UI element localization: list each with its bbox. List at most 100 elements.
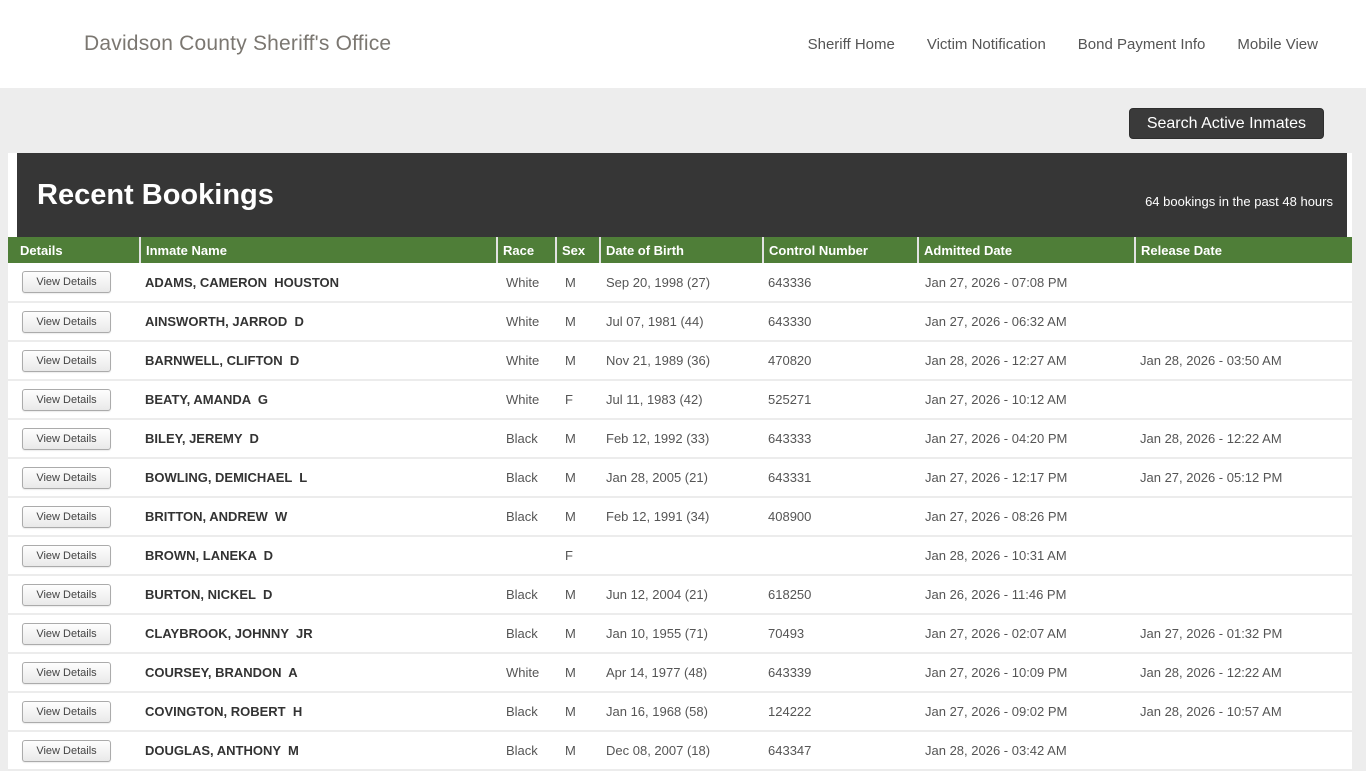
table-row: View Details COVINGTON, ROBERT H Black M Jan…	[8, 692, 1352, 732]
view-details-button[interactable]: View Details	[22, 622, 111, 645]
view-details-button[interactable]: View Details	[22, 466, 111, 489]
control-cell: 525271	[763, 380, 918, 420]
admitted-cell: Jan 27, 2026 - 09:02 PM	[918, 692, 1135, 732]
inmate-name: AINSWORTH, JARROD D	[140, 302, 497, 342]
released-cell	[1135, 731, 1352, 771]
dob-cell: Sep 20, 1998 (27)	[600, 263, 763, 303]
sex-cell: M	[556, 458, 600, 498]
race-cell: White	[497, 302, 556, 342]
sex-cell: M	[556, 614, 600, 654]
view-details-button[interactable]: View Details	[22, 310, 111, 333]
details-cell: View Details	[8, 419, 140, 459]
race-cell: White	[497, 653, 556, 693]
sex-cell: M	[556, 419, 600, 459]
column-header-control-number: Control Number	[762, 237, 918, 263]
view-details-button[interactable]: View Details	[22, 427, 111, 450]
table-row: View Details DOUGLAS, ANTHONY M Black M Dec …	[8, 731, 1352, 771]
sex-cell: M	[556, 497, 600, 537]
inmate-name: BOWLING, DEMICHAEL L	[140, 458, 497, 498]
race-cell: White	[497, 380, 556, 420]
sex-cell: F	[556, 536, 600, 576]
dob-cell: Jan 28, 2005 (21)	[600, 458, 763, 498]
view-details-button[interactable]: View Details	[22, 700, 111, 723]
admitted-cell: Jan 28, 2026 - 03:42 AM	[918, 731, 1135, 771]
column-header-inmate-name: Inmate Name	[139, 237, 497, 263]
released-cell	[1135, 536, 1352, 576]
details-cell: View Details	[8, 380, 140, 420]
sex-cell: M	[556, 575, 600, 615]
inmate-name: BROWN, LANEKA D	[140, 536, 497, 576]
dob-cell: Jan 10, 1955 (71)	[600, 614, 763, 654]
details-cell: View Details	[8, 536, 140, 576]
table-row: View Details ADAMS, CAMERON HOUSTON White M…	[8, 263, 1352, 303]
control-cell: 470820	[763, 341, 918, 381]
released-cell	[1135, 380, 1352, 420]
table-row: View Details COURSEY, BRANDON A White M Apr …	[8, 653, 1352, 693]
details-cell: View Details	[8, 692, 140, 732]
control-cell: 643333	[763, 419, 918, 459]
table-row: View Details BOWLING, DEMICHAEL L Black M Ja…	[8, 458, 1352, 498]
inmate-name: BURTON, NICKEL D	[140, 575, 497, 615]
view-details-button[interactable]: View Details	[22, 583, 111, 606]
sex-cell: M	[556, 263, 600, 303]
search-active-inmates-button[interactable]: Search Active Inmates	[1128, 108, 1324, 139]
dob-cell: Nov 21, 1989 (36)	[600, 341, 763, 381]
sex-cell: M	[556, 692, 600, 732]
details-cell: View Details	[8, 614, 140, 654]
view-details-button[interactable]: View Details	[22, 739, 111, 762]
race-cell: Black	[497, 614, 556, 654]
race-cell: White	[497, 263, 556, 303]
released-cell	[1135, 497, 1352, 537]
released-cell	[1135, 302, 1352, 342]
column-header-race: Race	[496, 237, 556, 263]
race-cell	[497, 536, 556, 576]
top-bar: Davidson County Sheriff's Office Sheriff…	[0, 0, 1366, 88]
control-cell: 70493	[763, 614, 918, 654]
nav-victim-notification[interactable]: Victim Notification	[927, 36, 1046, 53]
admitted-cell: Jan 27, 2026 - 04:20 PM	[918, 419, 1135, 459]
race-cell: Black	[497, 419, 556, 459]
inmate-name: DOUGLAS, ANTHONY M	[140, 731, 497, 771]
details-cell: View Details	[8, 341, 140, 381]
table-header-row: Details Inmate Name Race Sex Date of Birth Co…	[8, 237, 1352, 263]
inmate-name: CLAYBROOK, JOHNNY JR	[140, 614, 497, 654]
admitted-cell: Jan 27, 2026 - 12:17 PM	[918, 458, 1135, 498]
sex-cell: M	[556, 731, 600, 771]
inmate-name: COVINGTON, ROBERT H	[140, 692, 497, 732]
view-details-button[interactable]: View Details	[22, 544, 111, 567]
admitted-cell: Jan 28, 2026 - 12:27 AM	[918, 341, 1135, 381]
dob-cell: Jan 16, 1968 (58)	[600, 692, 763, 732]
dob-cell: Jun 12, 2004 (21)	[600, 575, 763, 615]
bookings-table: Details Inmate Name Race Sex Date of Birth Co…	[8, 237, 1352, 771]
released-cell: Jan 28, 2026 - 10:57 AM	[1135, 692, 1352, 732]
column-header-admitted-date: Admitted Date	[917, 237, 1135, 263]
view-details-button[interactable]: View Details	[22, 505, 111, 528]
column-header-date-of-birth: Date of Birth	[599, 237, 763, 263]
view-details-button[interactable]: View Details	[22, 388, 111, 411]
view-details-button[interactable]: View Details	[22, 661, 111, 684]
admitted-cell: Jan 27, 2026 - 10:09 PM	[918, 653, 1135, 693]
nav-sheriff-home[interactable]: Sheriff Home	[808, 36, 895, 53]
search-row: Search Active Inmates	[0, 88, 1366, 139]
inmate-name: BARNWELL, CLIFTON D	[140, 341, 497, 381]
admitted-cell: Jan 27, 2026 - 08:26 PM	[918, 497, 1135, 537]
table-row: View Details AINSWORTH, JARROD D White M Jul…	[8, 302, 1352, 342]
control-cell	[763, 536, 918, 576]
view-details-button[interactable]: View Details	[22, 271, 111, 293]
nav-mobile-view[interactable]: Mobile View	[1237, 36, 1318, 53]
released-cell	[1135, 263, 1352, 303]
table-row: View Details BEATY, AMANDA G White F Jul 11,…	[8, 380, 1352, 420]
released-cell: Jan 27, 2026 - 01:32 PM	[1135, 614, 1352, 654]
details-cell: View Details	[8, 497, 140, 537]
nav-bond-payment-info[interactable]: Bond Payment Info	[1078, 36, 1206, 53]
view-details-button[interactable]: View Details	[22, 349, 111, 372]
table-row: View Details BARNWELL, CLIFTON D White M Nov…	[8, 341, 1352, 381]
dob-cell: Dec 08, 2007 (18)	[600, 731, 763, 771]
race-cell: Black	[497, 458, 556, 498]
control-cell: 643347	[763, 731, 918, 771]
control-cell: 643330	[763, 302, 918, 342]
sex-cell: M	[556, 653, 600, 693]
column-header-sex: Sex	[555, 237, 600, 263]
table-row: View Details BRITTON, ANDREW W Black M Feb 1…	[8, 497, 1352, 537]
dob-cell: Jul 11, 1983 (42)	[600, 380, 763, 420]
